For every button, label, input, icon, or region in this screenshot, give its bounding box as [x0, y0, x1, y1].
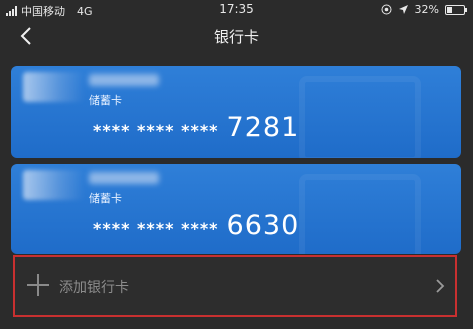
bank-logo — [23, 72, 85, 102]
card-number: **** **** **** 7281 — [93, 112, 299, 143]
card-number-mask: **** **** **** — [93, 121, 219, 140]
target-icon — [381, 4, 392, 15]
chevron-right-icon — [436, 279, 445, 293]
bank-name-redacted — [89, 74, 159, 86]
battery-percent: 32% — [414, 3, 439, 16]
nav-bar: 银行卡 — [0, 22, 473, 52]
page-title: 银行卡 — [213, 28, 259, 46]
status-bar: 中国移动 4G 17:35 32% — [0, 0, 473, 20]
location-arrow-icon — [398, 5, 408, 14]
card-watermark — [299, 76, 421, 158]
battery-icon — [445, 4, 467, 15]
bank-logo — [23, 170, 85, 200]
add-bank-card-button[interactable]: 添加银行卡 — [13, 255, 457, 317]
card-type: 储蓄卡 — [89, 94, 122, 107]
card-watermark — [299, 174, 421, 254]
bank-name-redacted — [89, 172, 159, 184]
card-number: **** **** **** 6630 — [93, 210, 299, 241]
bank-card-1[interactable]: 储蓄卡 **** **** **** 7281 — [11, 66, 461, 158]
card-number-mask: **** **** **** — [93, 219, 219, 238]
status-right: 32% — [381, 3, 467, 16]
add-bank-card-label: 添加银行卡 — [59, 280, 129, 296]
bank-card-2[interactable]: 储蓄卡 **** **** **** 6630 — [11, 164, 461, 254]
card-last4: 7281 — [226, 112, 300, 143]
card-type: 储蓄卡 — [89, 192, 122, 205]
card-last4: 6630 — [226, 210, 300, 241]
plus-icon — [27, 274, 49, 296]
